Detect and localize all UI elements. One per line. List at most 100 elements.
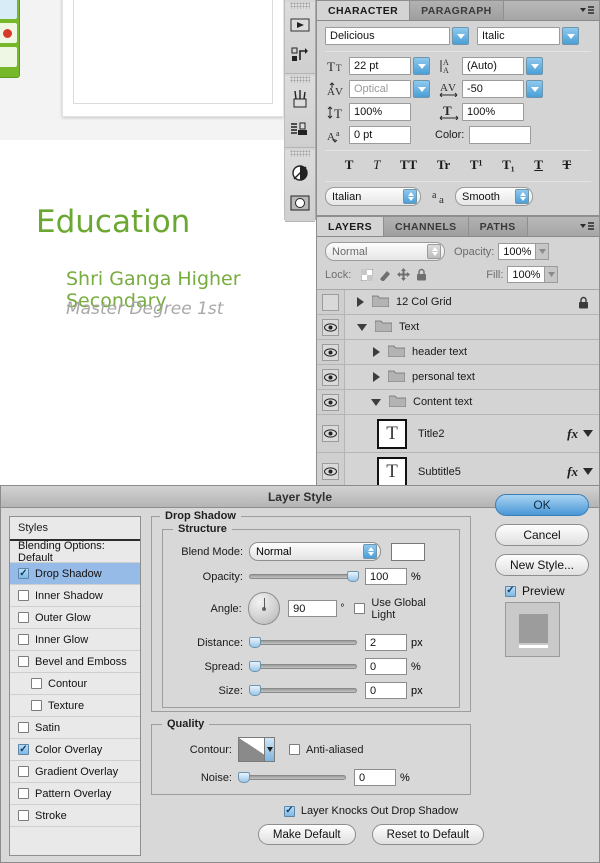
green-palette-tab[interactable] [0,0,20,78]
dock-grip-2[interactable] [290,76,310,83]
opacity-input[interactable]: 100 [365,568,407,585]
layer-opacity-input[interactable]: 100% [498,243,537,260]
inner-shadow-checkbox[interactable] [18,590,29,601]
clone-source-icon[interactable] [287,115,313,143]
small-caps-button[interactable]: Tr [437,158,450,171]
anti-alias-stepper-icon[interactable] [515,189,529,204]
leading-dropdown-icon[interactable] [526,57,543,75]
lock-transparent-pixels-icon[interactable] [358,268,376,282]
layer-visibility-toggle[interactable] [317,365,345,389]
outer-glow-checkbox[interactable] [18,612,29,623]
tab-character[interactable]: CHARACTER [317,1,411,20]
dock-grip-3[interactable] [290,150,310,157]
noise-slider[interactable] [238,771,346,783]
spread-slider-knob[interactable] [249,660,261,672]
kerning-dropdown-icon[interactable] [413,80,430,98]
adjustments-icon[interactable] [287,159,313,187]
spread-slider[interactable] [249,660,357,672]
text-layer-thumbnail[interactable]: T [377,456,407,487]
group-expand-triangle-icon[interactable] [357,297,364,307]
satin-checkbox[interactable] [18,722,29,733]
layer-fill-arrow-icon[interactable] [545,266,559,283]
stroke-checkbox[interactable] [18,810,29,821]
vertical-scale-input[interactable]: 100% [349,103,411,121]
style-item-color-overlay[interactable]: Color Overlay [10,739,140,761]
contour-dropdown-icon[interactable] [264,738,274,761]
style-item-inner-glow[interactable]: Inner Glow [10,629,140,651]
text-layer-thumbnail[interactable]: T [377,418,407,449]
reset-to-default-button[interactable]: Reset to Default [371,824,485,845]
font-family-dropdown-icon[interactable] [452,27,469,45]
layer-visibility-toggle[interactable] [317,315,345,339]
strikethrough-button[interactable]: T [563,158,572,171]
fx-icon[interactable]: fx [567,426,578,442]
lock-image-pixels-icon[interactable] [376,268,394,282]
horizontal-scale-input[interactable]: 100% [462,103,524,121]
drop-shadow-blend-mode-select[interactable]: Normal [249,542,381,561]
dock-grip-1[interactable] [290,2,310,9]
gradient-overlay-checkbox[interactable] [18,766,29,777]
blend-mode-stepper-icon[interactable] [427,244,441,259]
language-stepper-icon[interactable] [403,189,417,204]
font-style-input[interactable]: Italic [477,27,560,45]
shadow-color-swatch[interactable] [391,542,425,561]
faux-bold-button[interactable]: T [345,158,354,171]
table-row[interactable]: personal text [317,365,599,390]
anti-aliased-row[interactable]: Anti-aliased [289,744,363,756]
texture-checkbox[interactable] [31,700,42,711]
table-row[interactable]: header text [317,340,599,365]
subscript-button[interactable]: T₁ [502,158,515,171]
group-expand-triangle-icon[interactable] [373,347,380,357]
leading-input[interactable]: (Auto) [462,57,524,75]
text-color-swatch[interactable] [469,126,532,144]
preview-row[interactable]: Preview [505,584,591,598]
style-item-gradient-overlay[interactable]: Gradient Overlay [10,761,140,783]
distance-input[interactable]: 2 [365,634,407,651]
style-item-stroke[interactable]: Stroke [10,805,140,827]
layer-blend-mode-select[interactable]: Normal [325,242,445,261]
language-select[interactable]: Italian [325,187,421,206]
opacity-slider[interactable] [249,570,359,582]
anti-aliased-checkbox[interactable] [289,744,300,755]
layer-visibility-toggle[interactable] [317,390,345,414]
group-collapse-triangle-icon[interactable] [357,323,367,331]
tab-channels[interactable]: CHANNELS [384,217,469,236]
layers-panel-menu-icon[interactable] [579,221,595,233]
size-input[interactable]: 0 [365,682,407,699]
font-size-input[interactable]: 22 pt [349,57,411,75]
layer-visibility-toggle[interactable] [317,415,345,452]
lock-all-icon[interactable] [412,268,430,282]
angle-dial[interactable] [247,592,281,625]
kerning-input[interactable]: Optical [349,80,411,98]
masks-icon[interactable] [287,189,313,217]
cancel-button[interactable]: Cancel [495,524,589,546]
style-item-outer-glow[interactable]: Outer Glow [10,607,140,629]
all-caps-button[interactable]: TT [400,158,417,171]
font-family-input[interactable]: Delicious [325,27,450,45]
tracking-dropdown-icon[interactable] [526,80,543,98]
noise-slider-knob[interactable] [238,771,250,783]
distance-slider[interactable] [249,636,357,648]
drop-shadow-checkbox[interactable] [18,568,29,579]
noise-input[interactable]: 0 [354,769,396,786]
angle-input[interactable]: 90 [288,600,338,617]
style-item-texture[interactable]: Texture [10,695,140,717]
contour-checkbox[interactable] [31,678,42,689]
group-collapse-triangle-icon[interactable] [371,398,381,406]
pattern-overlay-checkbox[interactable] [18,788,29,799]
actions-icon[interactable] [287,41,313,69]
blend-mode-stepper-icon[interactable] [363,544,377,559]
table-row[interactable]: 12 Col Grid [317,290,599,315]
style-item-inner-shadow[interactable]: Inner Shadow [10,585,140,607]
anti-alias-select[interactable]: Smooth [455,187,533,206]
new-style-button[interactable]: New Style... [495,554,589,576]
bevel-and-emboss-checkbox[interactable] [18,656,29,667]
opacity-slider-knob[interactable] [347,570,359,582]
layer-knocks-out-checkbox[interactable] [283,805,295,817]
superscript-button[interactable]: T¹ [470,158,483,171]
font-size-dropdown-icon[interactable] [413,57,430,75]
use-global-light-row[interactable]: Use Global Light [354,597,451,621]
layer-fx-controls[interactable]: fx [567,464,593,480]
use-global-light-checkbox[interactable] [354,603,366,614]
table-row[interactable]: Content text [317,390,599,415]
